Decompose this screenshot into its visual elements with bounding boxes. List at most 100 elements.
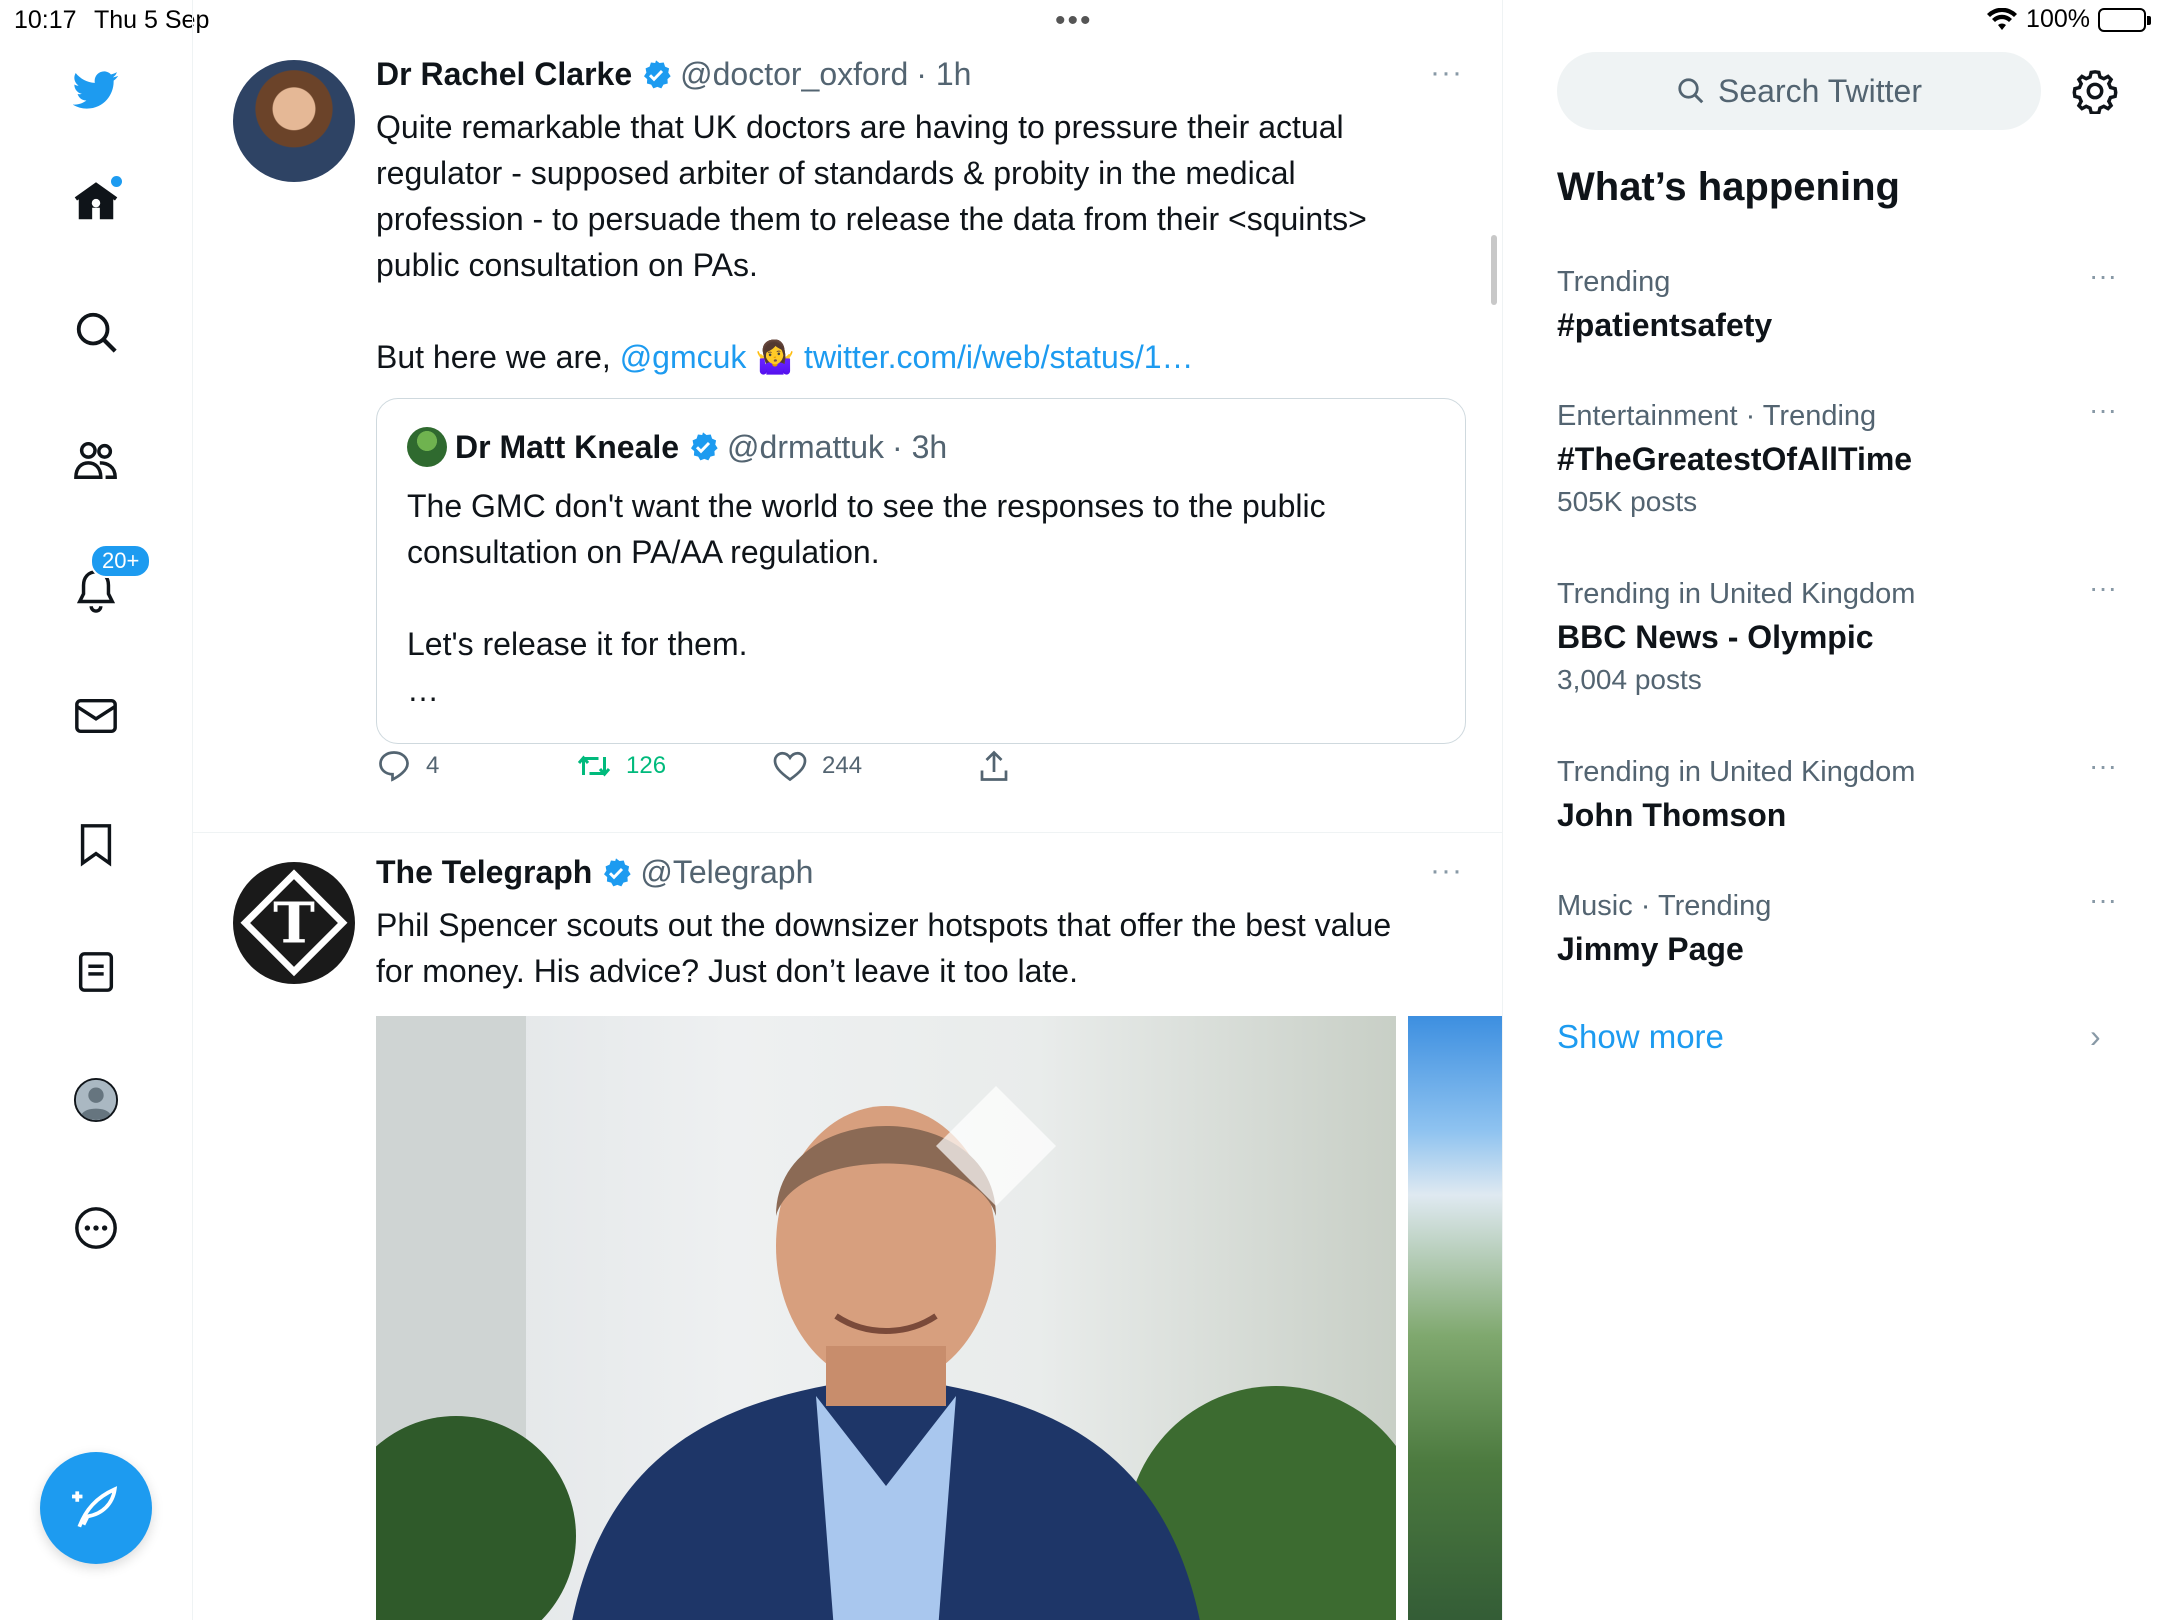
- nav-bookmarks[interactable]: [66, 814, 126, 874]
- tweet-photo[interactable]: [376, 1016, 1396, 1620]
- tweet-more-button[interactable]: ···: [1430, 854, 1463, 888]
- trend-context: Music · Trending: [1557, 890, 1772, 922]
- photo-portrait: [376, 1016, 1396, 1620]
- tweet[interactable]: Dr Rachel Clarke @doctor_oxford · 1h ···…: [193, 48, 1502, 833]
- bookmark-icon: [80, 824, 112, 867]
- trend-name: #TheGreatestOfAllTime: [1557, 441, 1913, 477]
- quote-header: Dr Matt Kneale @drmattuk · 3h: [407, 427, 947, 467]
- trend-context: Trending: [1557, 266, 1671, 298]
- tweet-photo-secondary[interactable]: [1408, 1016, 1502, 1620]
- avatar[interactable]: T: [233, 862, 355, 984]
- author-handle[interactable]: @Telegraph: [640, 854, 813, 891]
- tweet-more-button[interactable]: ···: [1430, 56, 1463, 90]
- nav-profile[interactable]: [66, 1070, 126, 1130]
- envelope-icon: [75, 698, 117, 734]
- quoted-tweet[interactable]: Dr Matt Kneale @drmattuk · 3h The GMC do…: [376, 398, 1466, 744]
- quote-text: The GMC don't want the world to see the …: [407, 488, 1326, 708]
- tweet-body: Quite remarkable that UK doctors are hav…: [376, 109, 1367, 375]
- tweet-text: Quite remarkable that UK doctors are hav…: [376, 104, 1436, 380]
- list-icon: [78, 952, 114, 992]
- search-icon: [1678, 78, 1704, 104]
- gear-icon[interactable]: [2072, 68, 2118, 114]
- avatar[interactable]: [233, 60, 355, 182]
- timeline[interactable]: Dr Rachel Clarke @doctor_oxford · 1h ···…: [193, 0, 1503, 1620]
- verified-badge-icon: [691, 432, 718, 461]
- trend-post-count: 3,004 posts: [1557, 664, 1702, 695]
- author-handle[interactable]: @doctor_oxford: [680, 56, 908, 93]
- trend-context: Trending in United Kingdom: [1557, 756, 1916, 788]
- verified-badge-icon: [644, 59, 671, 88]
- avatar-icon: [73, 1077, 119, 1123]
- home-icon: [74, 182, 118, 220]
- trend-more-button[interactable]: ···: [2089, 260, 2117, 292]
- nav-explore[interactable]: [66, 302, 126, 362]
- trend-item[interactable]: Trending in United Kingdom BBC News - Ol…: [1557, 572, 2117, 700]
- trend-name: John Thomson: [1557, 797, 1787, 833]
- author-name[interactable]: Dr Rachel Clarke: [376, 56, 632, 93]
- more-circle-icon: [75, 1207, 117, 1249]
- retweet-count: 126: [626, 752, 667, 779]
- share-icon: [980, 750, 1008, 781]
- share-button[interactable]: [976, 748, 1012, 784]
- trend-name: BBC News - Olympic: [1557, 619, 1874, 655]
- mention-link[interactable]: @gmcuk: [620, 339, 747, 375]
- search-input[interactable]: Search Twitter: [1557, 52, 2041, 130]
- trend-more-button[interactable]: ···: [2089, 750, 2117, 782]
- trend-more-button[interactable]: ···: [2089, 394, 2117, 426]
- reply-button[interactable]: 4: [376, 748, 439, 784]
- unread-dot: [111, 176, 122, 187]
- trend-more-button[interactable]: ···: [2089, 884, 2117, 916]
- tweet[interactable]: T The Telegraph @Telegraph ··· Phil Spen…: [193, 834, 1502, 1620]
- reply-icon: [379, 751, 409, 782]
- trend-item[interactable]: Music · Trending Jimmy Page ···: [1557, 884, 2117, 972]
- compose-tweet-button[interactable]: [40, 1452, 152, 1564]
- like-button[interactable]: 244: [772, 748, 862, 784]
- like-count: 244: [822, 752, 863, 779]
- trend-item[interactable]: Entertainment · Trending #TheGreatestOfA…: [1557, 394, 2117, 522]
- search-placeholder: Search Twitter: [1718, 72, 1922, 109]
- quote-time: · 3h: [892, 428, 948, 465]
- people-icon: [74, 441, 117, 479]
- status-link[interactable]: twitter.com/i/web/status/1…: [804, 339, 1193, 375]
- verified-badge-icon: [604, 857, 631, 886]
- quote-author-name: Dr Matt Kneale: [455, 428, 680, 465]
- search-icon: [76, 312, 117, 353]
- whats-happening-title: What’s happening: [1557, 165, 1900, 209]
- quote-avatar: [407, 427, 447, 467]
- twitter-bird-icon[interactable]: [66, 60, 126, 120]
- nav-messages[interactable]: [66, 686, 126, 746]
- trend-more-button[interactable]: ···: [2089, 572, 2117, 604]
- right-sidebar: Search Twitter What’s happening Trending…: [1504, 0, 2160, 1620]
- nav-lists[interactable]: [66, 942, 126, 1002]
- nav-notifications[interactable]: 20+: [66, 544, 152, 620]
- nav-home[interactable]: [66, 172, 126, 232]
- telegraph-logo-icon: T: [240, 869, 348, 977]
- compose-feather-icon: [72, 1486, 118, 1528]
- tweet-actions: 4 126 244: [376, 748, 1076, 798]
- reply-count: 4: [426, 752, 440, 779]
- left-nav: 20+: [0, 0, 193, 1620]
- tweet-time[interactable]: · 1h: [916, 56, 971, 93]
- trend-item[interactable]: Trending #patientsafety ···: [1557, 260, 2117, 348]
- trend-context: Trending in United Kingdom: [1557, 578, 1916, 610]
- author-name[interactable]: The Telegraph: [376, 854, 592, 891]
- trend-post-count: 505K posts: [1557, 486, 1698, 517]
- tweet-text: Phil Spencer scouts out the downsizer ho…: [376, 907, 1392, 989]
- chevron-right-icon[interactable]: ›: [2090, 1018, 2101, 1055]
- quote-author-handle: @drmattuk: [727, 428, 885, 465]
- heart-icon: [773, 751, 807, 782]
- shrug-emoji: 🤷‍♀️: [755, 339, 796, 375]
- show-more-link[interactable]: Show more: [1557, 1018, 1724, 1056]
- svg-text:T: T: [273, 891, 315, 957]
- tweet-header: The Telegraph @Telegraph: [376, 854, 813, 891]
- trend-name: Jimmy Page: [1557, 931, 1744, 967]
- trend-context: Entertainment · Trending: [1557, 400, 1877, 432]
- retweet-icon: [577, 755, 611, 777]
- notifications-badge: 20+: [90, 544, 152, 578]
- trend-item[interactable]: Trending in United Kingdom John Thomson …: [1557, 750, 2117, 838]
- nav-communities[interactable]: [66, 430, 126, 490]
- retweet-button[interactable]: 126: [576, 748, 666, 784]
- nav-more[interactable]: [66, 1198, 126, 1258]
- tweet-header: Dr Rachel Clarke @doctor_oxford · 1h: [376, 56, 971, 93]
- trend-name: #patientsafety: [1557, 307, 1773, 343]
